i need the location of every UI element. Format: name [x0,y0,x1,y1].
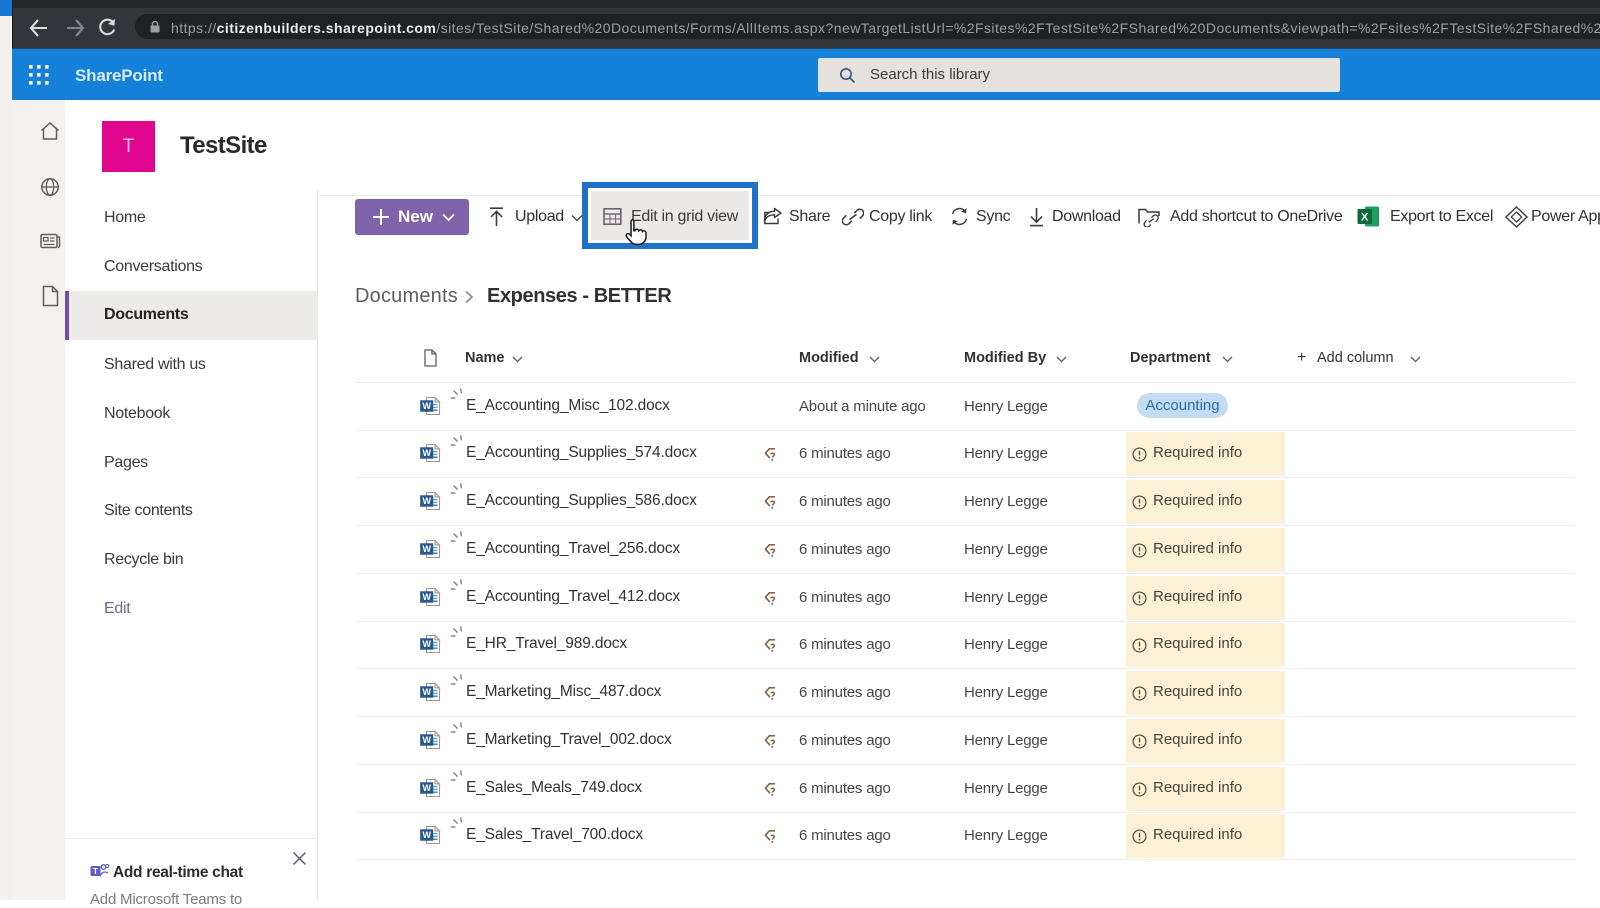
svg-text:X: X [1361,212,1369,224]
svg-text:W: W [422,544,431,554]
svg-text:W: W [422,687,431,697]
svg-text:W: W [422,448,431,458]
svg-text:W: W [422,591,431,601]
svg-text:W: W [422,639,431,649]
svg-text:W: W [422,830,431,840]
svg-text:W: W [422,735,431,745]
svg-text:W: W [422,782,431,792]
svg-text:W: W [422,496,431,506]
svg-text:T: T [93,866,99,876]
svg-text:W: W [422,400,431,410]
